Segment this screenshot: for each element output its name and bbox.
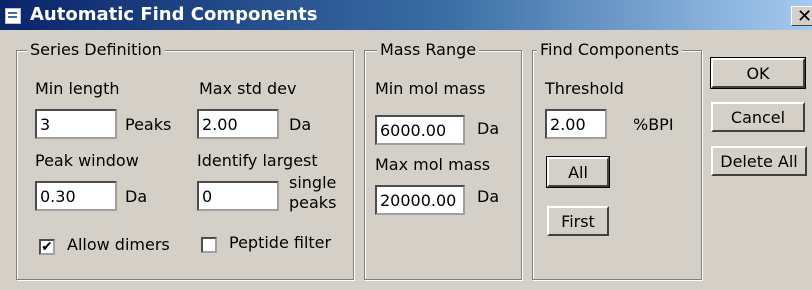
min-length-input[interactable]: [35, 109, 117, 139]
max-mol-mass-label: Max mol mass: [375, 155, 491, 174]
min-mol-mass-unit: Da: [477, 119, 500, 138]
min-mol-mass-input[interactable]: [375, 115, 465, 145]
app-icon: [5, 8, 21, 24]
peak-window-input[interactable]: [35, 181, 117, 211]
max-std-dev-label: Max std dev: [199, 79, 297, 98]
mass-range-legend: Mass Range: [377, 40, 480, 59]
mass-range-group: Mass Range Min mol mass Da Max mol mass …: [364, 40, 522, 280]
delete-all-button[interactable]: Delete All: [711, 146, 807, 176]
find-components-legend: Find Components: [537, 40, 683, 59]
allow-dimers-checkbox[interactable]: ✔: [39, 239, 55, 255]
threshold-label: Threshold: [545, 79, 624, 98]
identify-largest-label: Identify largest: [197, 151, 318, 170]
window-title: Automatic Find Components: [30, 4, 318, 25]
max-std-dev-input[interactable]: [197, 109, 279, 139]
title-bar: Automatic Find Components ✕: [0, 0, 812, 30]
min-length-label: Min length: [35, 79, 120, 98]
identify-largest-input[interactable]: [197, 181, 279, 211]
identify-largest-unit-line1: single: [289, 173, 337, 192]
peak-window-label: Peak window: [35, 151, 139, 170]
ok-button[interactable]: OK: [710, 57, 806, 89]
allow-dimers-label[interactable]: Allow dimers: [67, 235, 170, 254]
max-mol-mass-unit: Da: [477, 187, 500, 206]
peptide-filter-label[interactable]: Peptide filter: [229, 233, 331, 252]
find-components-group: Find Components Threshold %BPI All First: [532, 40, 702, 280]
series-definition-legend: Series Definition: [27, 40, 165, 59]
peak-window-unit: Da: [125, 187, 148, 206]
min-length-unit: Peaks: [125, 115, 172, 134]
threshold-unit: %BPI: [633, 115, 674, 134]
cancel-button[interactable]: Cancel: [711, 102, 805, 132]
peptide-filter-checkbox[interactable]: [201, 237, 217, 253]
all-button[interactable]: All: [546, 156, 610, 188]
max-std-dev-unit: Da: [289, 115, 312, 134]
threshold-input[interactable]: [545, 109, 607, 139]
max-mol-mass-input[interactable]: [375, 185, 465, 215]
first-button[interactable]: First: [547, 206, 609, 236]
close-button[interactable]: ✕: [791, 6, 812, 26]
series-definition-group: Series Definition Min length Peaks Max s…: [16, 40, 354, 280]
identify-largest-unit-line2: peaks: [289, 193, 337, 212]
min-mol-mass-label: Min mol mass: [375, 79, 486, 98]
